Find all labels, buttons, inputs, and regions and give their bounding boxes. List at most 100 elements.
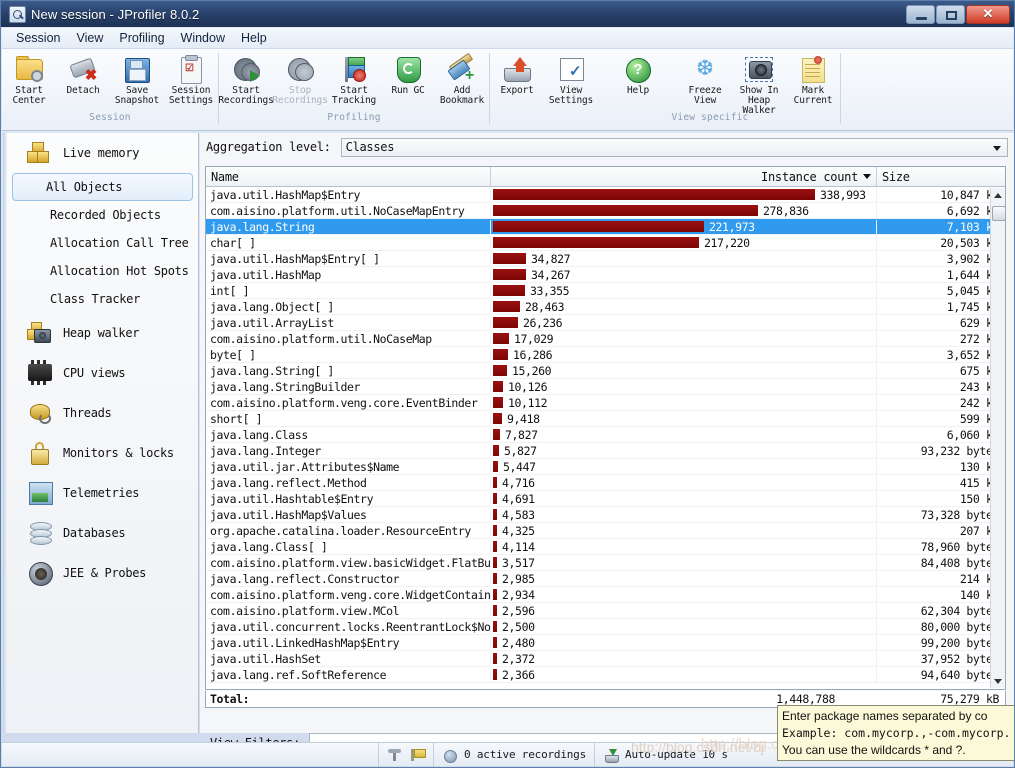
- sidebar-item-recorded-objects[interactable]: Recorded Objects: [3, 201, 198, 229]
- save-snapshot-button[interactable]: Save Snapshot: [110, 49, 164, 106]
- table-row[interactable]: com.aisino.platform.view.basicWidget.Fla…: [206, 555, 1005, 571]
- cell-size: 99,200 bytes: [920, 635, 1000, 650]
- cell-class-name: int[ ]: [206, 283, 491, 298]
- sidebar-group-monitors-locks[interactable]: Monitors & locks: [3, 433, 198, 473]
- sidebar-group-heap-walker[interactable]: Heap walker: [3, 313, 198, 353]
- table-row[interactable]: org.apache.catalina.loader.ResourceEntry…: [206, 523, 1005, 539]
- table-row[interactable]: com.aisino.platform.veng.core.WidgetCont…: [206, 587, 1005, 603]
- table-row[interactable]: java.lang.ref.SoftReference 2,366 94,640 b…: [206, 667, 1005, 683]
- table-row[interactable]: java.lang.String 221,973 7,103 kB: [206, 219, 1005, 235]
- table-row[interactable]: java.lang.reflect.Constructor 2,985 214 kB: [206, 571, 1005, 587]
- table-row[interactable]: short[ ] 9,418 599 kB: [206, 411, 1005, 427]
- instance-count-bar: [493, 397, 503, 408]
- add-bookmark-button[interactable]: + Add Bookmark: [435, 49, 489, 106]
- export-button[interactable]: Export: [490, 49, 544, 96]
- table-vertical-scrollbar[interactable]: [990, 188, 1005, 688]
- table-row[interactable]: java.util.Hashtable$Entry 4,691 150 kB: [206, 491, 1005, 507]
- menu-profiling[interactable]: Profiling: [111, 29, 172, 47]
- help-button[interactable]: ? Help: [611, 49, 665, 96]
- menu-window[interactable]: Window: [173, 29, 233, 47]
- start-center-button[interactable]: Start Center: [2, 49, 56, 106]
- sidebar-group-jee-probes[interactable]: JEE & Probes: [3, 553, 198, 593]
- instance-count-value: 278,836: [763, 203, 809, 218]
- minimize-button[interactable]: [906, 4, 935, 24]
- scroll-up-button[interactable]: [991, 188, 1005, 202]
- sidebar-group-live-memory[interactable]: Live memory: [3, 133, 198, 173]
- cell-class-name: java.util.ArrayList: [206, 315, 491, 330]
- start-recordings-button[interactable]: Start Recordings: [218, 49, 274, 106]
- sidebar-item-all-objects[interactable]: All Objects: [12, 173, 193, 201]
- bookmark-flag-icon[interactable]: [409, 747, 426, 763]
- menu-view[interactable]: View: [68, 29, 111, 47]
- column-header-name[interactable]: Name: [206, 167, 491, 186]
- table-row[interactable]: java.lang.StringBuilder 10,126 243 kB: [206, 379, 1005, 395]
- table-row[interactable]: com.aisino.platform.util.NoCaseMap 17,029…: [206, 331, 1005, 347]
- session-settings-button[interactable]: ☑ Session Settings: [164, 49, 218, 106]
- table-row[interactable]: java.util.HashMap$Entry[ ] 34,827 3,902 kB: [206, 251, 1005, 267]
- instance-count-value: 15,260: [512, 363, 552, 378]
- table-row[interactable]: com.aisino.platform.util.NoCaseMapEntry 2…: [206, 203, 1005, 219]
- table-row[interactable]: int[ ] 33,355 5,045 kB: [206, 283, 1005, 299]
- table-row[interactable]: java.util.LinkedHashMap$Entry 2,480 99,200…: [206, 635, 1005, 651]
- table-row[interactable]: java.util.ArrayList 26,236 629 kB: [206, 315, 1005, 331]
- table-row[interactable]: java.util.jar.Attributes$Name 5,447 130 kB: [206, 459, 1005, 475]
- scrollbar-thumb[interactable]: [992, 206, 1005, 221]
- sidebar-group-databases[interactable]: Databases: [3, 513, 198, 553]
- sidebar-group-threads[interactable]: Threads: [3, 393, 198, 433]
- start-tracking-label: Start Tracking: [331, 85, 377, 106]
- cell-class-name: java.util.jar.Attributes$Name: [206, 459, 491, 474]
- tree-marker-icon[interactable]: [387, 747, 403, 763]
- stop-recordings-button[interactable]: Stop Recordings: [272, 49, 328, 106]
- toolbar-group-session-name: Session: [89, 112, 131, 123]
- sidebar-group-cpu-views[interactable]: CPU views: [3, 353, 198, 393]
- status-bar-recordings-cell[interactable]: 0 active recordings: [433, 742, 594, 767]
- table-row[interactable]: char[ ] 217,220 20,503 kB: [206, 235, 1005, 251]
- table-row[interactable]: java.lang.String[ ] 15,260 675 kB: [206, 363, 1005, 379]
- menu-help[interactable]: Help: [233, 29, 275, 47]
- show-in-heap-walker-button[interactable]: Show In Heap Walker: [732, 49, 786, 116]
- sidebar-item-allocation-hot-spots[interactable]: Allocation Hot Spots: [3, 257, 198, 285]
- maximize-button[interactable]: [936, 4, 965, 24]
- start-tracking-button[interactable]: Start Tracking: [327, 49, 381, 106]
- column-header-instance-count-label: Instance count: [761, 169, 858, 184]
- sidebar-group-telemetries[interactable]: Telemetries: [3, 473, 198, 513]
- table-row[interactable]: java.util.HashMap$Values 4,583 73,328 byte…: [206, 507, 1005, 523]
- table-row[interactable]: java.util.HashMap$Entry 338,993 10,847 kB: [206, 187, 1005, 203]
- table-row[interactable]: java.lang.Class[ ] 4,114 78,960 bytes: [206, 539, 1005, 555]
- column-header-size[interactable]: Size: [877, 167, 1005, 186]
- table-row[interactable]: java.lang.reflect.Method 4,716 415 kB: [206, 475, 1005, 491]
- cell-size: 94,640 bytes: [920, 667, 1000, 682]
- close-button[interactable]: ✕: [966, 4, 1010, 24]
- table-row[interactable]: java.util.HashSet 2,372 37,952 bytes: [206, 651, 1005, 667]
- cell-class-name: java.lang.Class[ ]: [206, 539, 491, 554]
- scroll-down-button[interactable]: [991, 674, 1005, 688]
- aggregation-level-select[interactable]: Classes: [340, 137, 1008, 157]
- freeze-view-button[interactable]: ❆ Freeze View: [678, 49, 732, 106]
- start-recordings-label: Start Recordings: [218, 85, 274, 106]
- table-row[interactable]: java.lang.Class 7,827 6,060 kB: [206, 427, 1005, 443]
- total-size: 75,279 kB: [940, 692, 999, 706]
- column-header-instance-count[interactable]: Instance count: [491, 167, 877, 186]
- mark-current-button[interactable]: Mark Current: [786, 49, 840, 106]
- table-row[interactable]: java.util.concurrent.locks.ReentrantLock…: [206, 619, 1005, 635]
- sidebar-item-allocation-call-tree[interactable]: Allocation Call Tree: [3, 229, 198, 257]
- view-settings-icon: ✓: [556, 55, 586, 84]
- start-recordings-icon: [231, 55, 261, 84]
- table-row[interactable]: com.aisino.platform.view.MCol 2,596 62,304…: [206, 603, 1005, 619]
- freeze-view-icon: ❆: [696, 57, 714, 80]
- instance-count-value: 3,517: [502, 555, 535, 570]
- table-row[interactable]: byte[ ] 16,286 3,652 kB: [206, 347, 1005, 363]
- view-settings-button[interactable]: ✓ View Settings: [544, 49, 598, 106]
- table-row[interactable]: java.lang.Integer 5,827 93,232 bytes: [206, 443, 1005, 459]
- menu-session[interactable]: Session: [8, 29, 68, 47]
- run-gc-button[interactable]: Run GC: [381, 49, 435, 96]
- table-row[interactable]: com.aisino.platform.veng.core.EventBinde…: [206, 395, 1005, 411]
- instance-count-value: 33,355: [530, 283, 570, 298]
- table-row[interactable]: java.lang.Object[ ] 28,463 1,745 kB: [206, 299, 1005, 315]
- instance-count-bar: [493, 653, 497, 664]
- table-row[interactable]: java.util.HashMap 34,267 1,644 kB: [206, 267, 1005, 283]
- instance-count-bar: [493, 509, 497, 520]
- show-in-heap-walker-icon: [744, 55, 774, 84]
- detach-button[interactable]: ✖ Detach: [56, 49, 110, 96]
- sidebar-item-class-tracker[interactable]: Class Tracker: [3, 285, 198, 313]
